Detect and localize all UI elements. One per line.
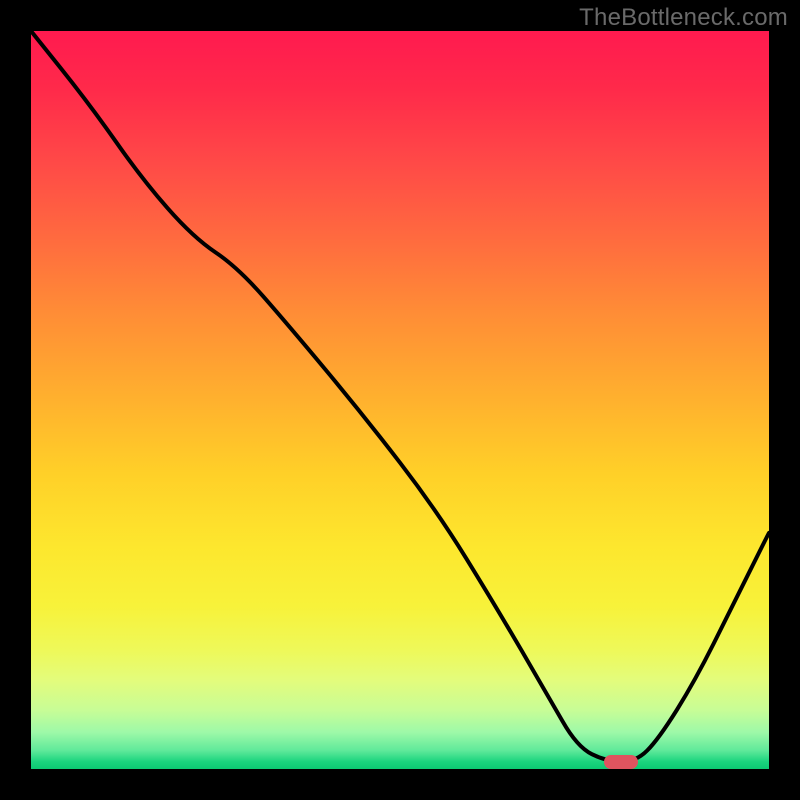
watermark-text: TheBottleneck.com [579,4,788,32]
optimal-marker [604,755,638,769]
curve-overlay [31,31,769,769]
bottleneck-curve-path [31,31,769,762]
chart-frame: TheBottleneck.com [0,0,800,800]
